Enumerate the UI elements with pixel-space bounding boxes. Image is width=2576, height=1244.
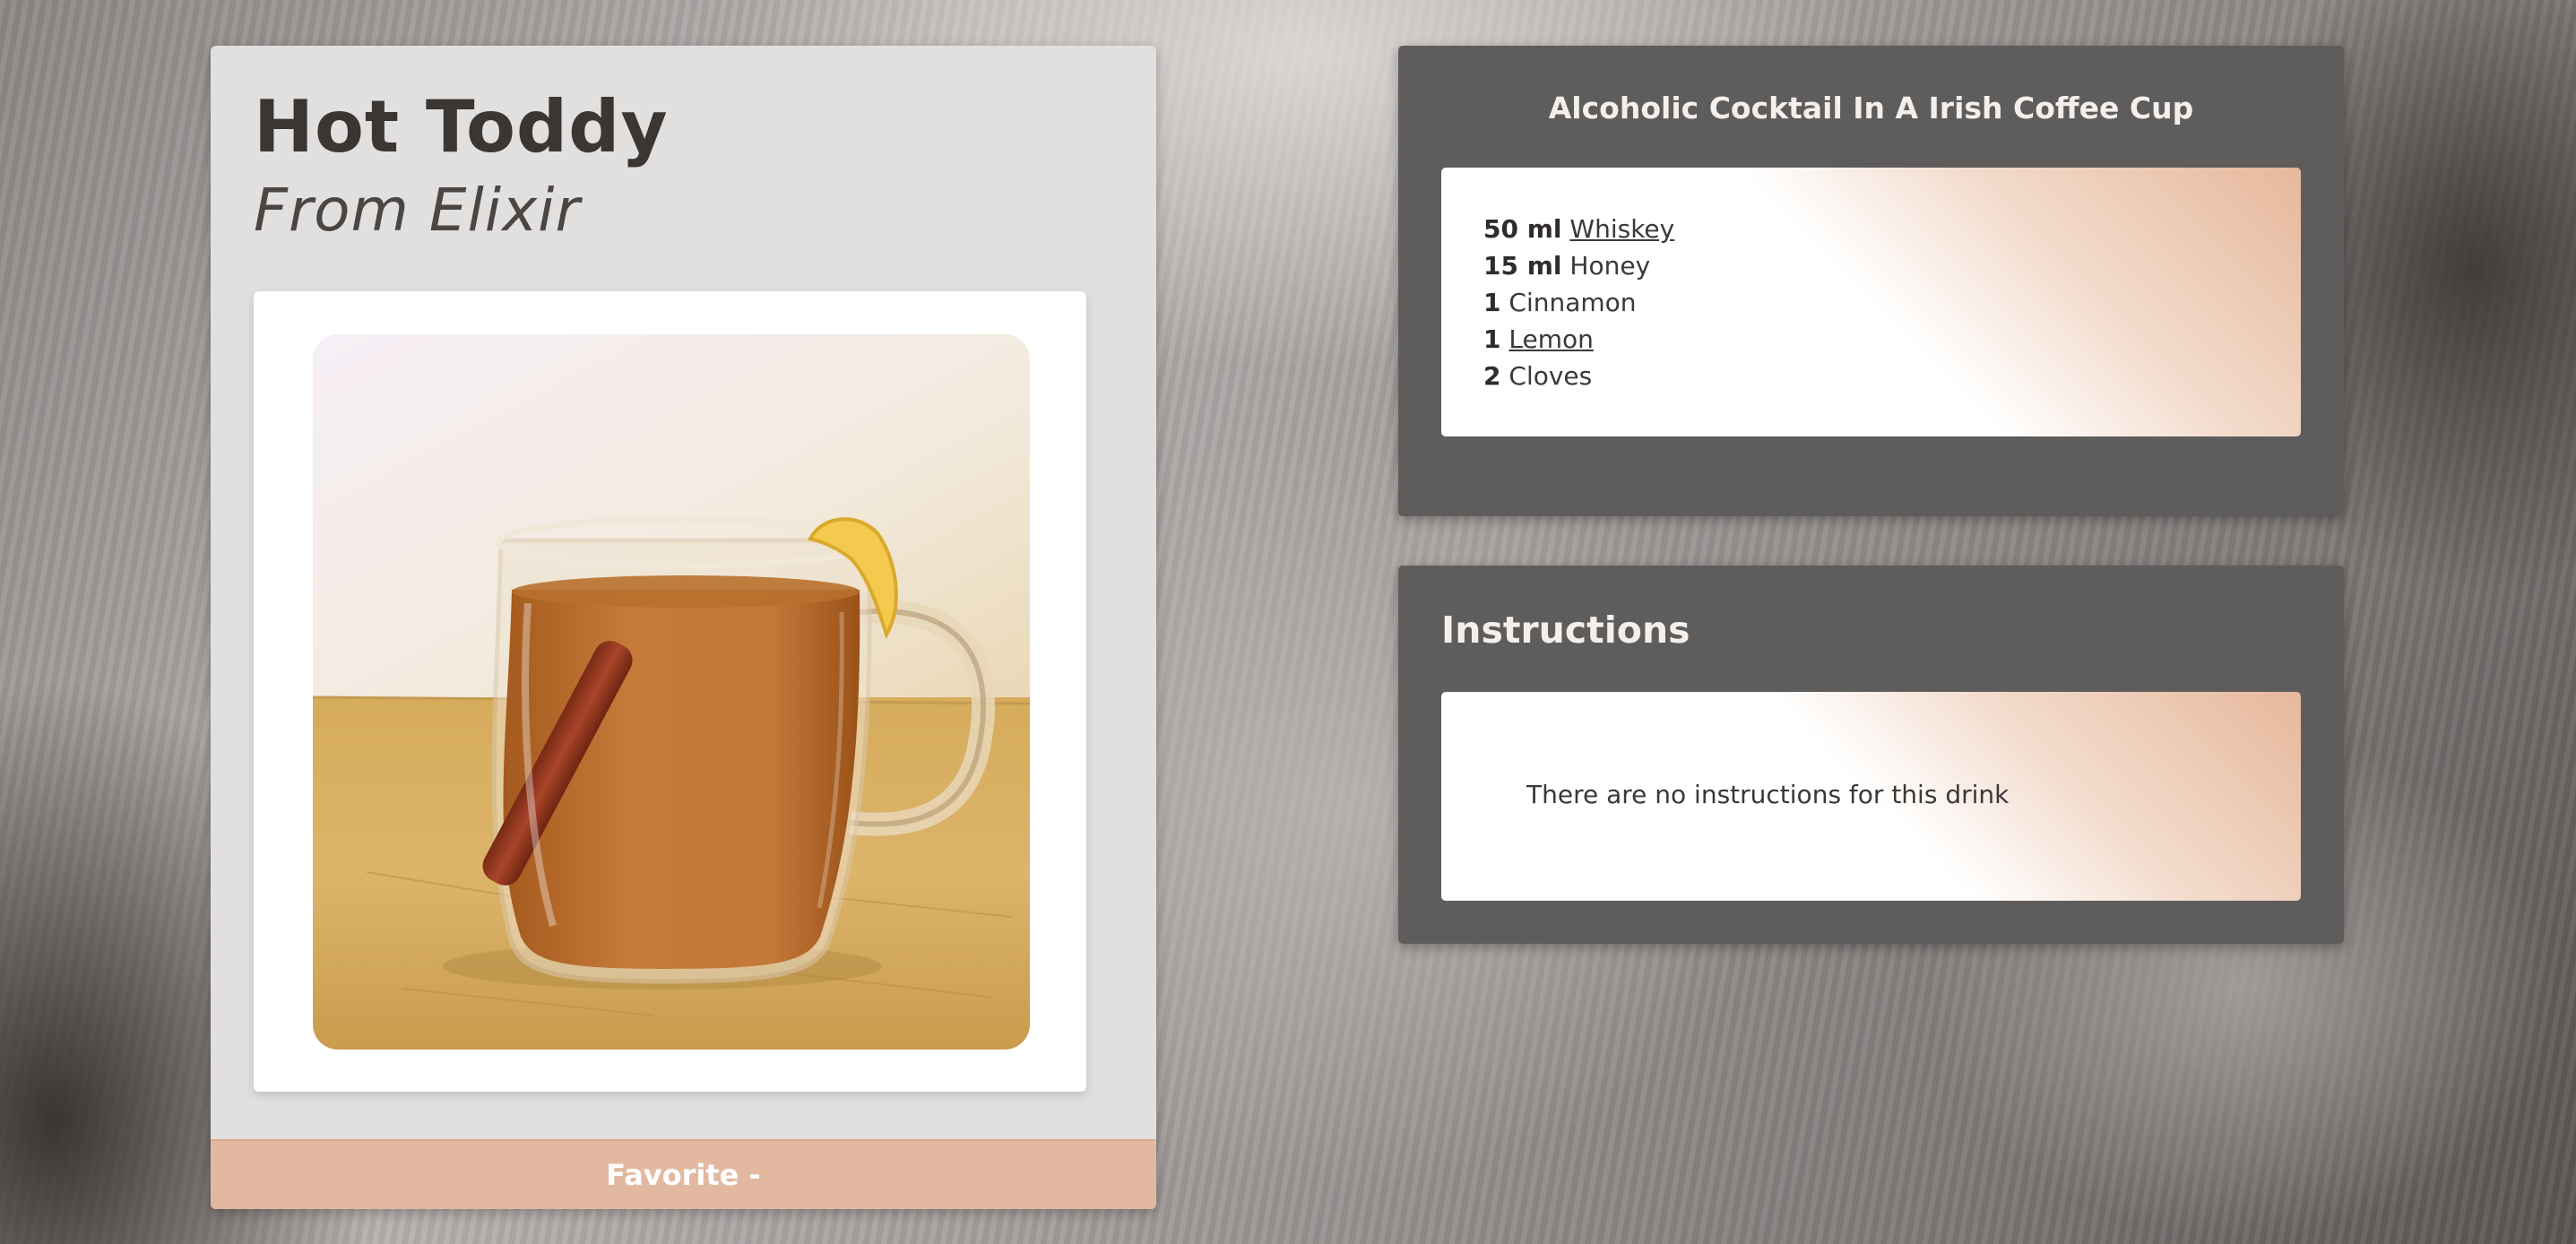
ingredient-link-whiskey[interactable]: Whiskey [1569, 214, 1674, 244]
ingredient-measure: 50 ml [1483, 214, 1562, 244]
ingredient-item: 15 ml Honey [1483, 247, 1674, 284]
ingredient-measure: 15 ml [1483, 251, 1562, 281]
favorite-button[interactable]: Favorite - [211, 1139, 1156, 1209]
ingredient-item: 1 Lemon [1483, 321, 1674, 358]
drink-title: Hot Toddy [254, 85, 669, 168]
ingredient-measure: 2 [1483, 361, 1501, 391]
ingredients-panel: Alcoholic Cocktail In A Irish Coffee Cup… [1398, 46, 2344, 516]
drink-card: Hot Toddy From Elixir Favorite - [211, 46, 1156, 1209]
ingredient-measure: 1 [1483, 288, 1501, 317]
drink-source: From Elixir [254, 176, 581, 245]
instructions-box: There are no instructions for this drink [1441, 692, 2301, 901]
instructions-panel: Instructions There are no instructions f… [1398, 566, 2344, 944]
ingredient-item: 50 ml Whiskey [1483, 211, 1674, 247]
drink-photo-frame [254, 291, 1086, 1092]
instructions-text: There are no instructions for this drink [1526, 780, 2010, 809]
drink-category: Alcoholic Cocktail In A Irish Coffee Cup [1548, 91, 2194, 125]
ingredient-name: Cloves [1508, 361, 1593, 391]
ingredients-box: 50 ml Whiskey 15 ml Honey 1 Cinnamon 1 L… [1441, 168, 2301, 436]
ingredient-item: 1 Cinnamon [1483, 284, 1674, 321]
ingredient-name: Honey [1569, 251, 1651, 281]
ingredient-list: 50 ml Whiskey 15 ml Honey 1 Cinnamon 1 L… [1483, 211, 1674, 394]
ingredient-measure: 1 [1483, 324, 1501, 354]
ingredient-name: Cinnamon [1508, 288, 1637, 317]
ingredient-item: 2 Cloves [1483, 358, 1674, 394]
instructions-heading: Instructions [1441, 609, 1690, 652]
ingredient-link-lemon[interactable]: Lemon [1508, 324, 1594, 354]
drink-photo [313, 334, 1030, 1050]
